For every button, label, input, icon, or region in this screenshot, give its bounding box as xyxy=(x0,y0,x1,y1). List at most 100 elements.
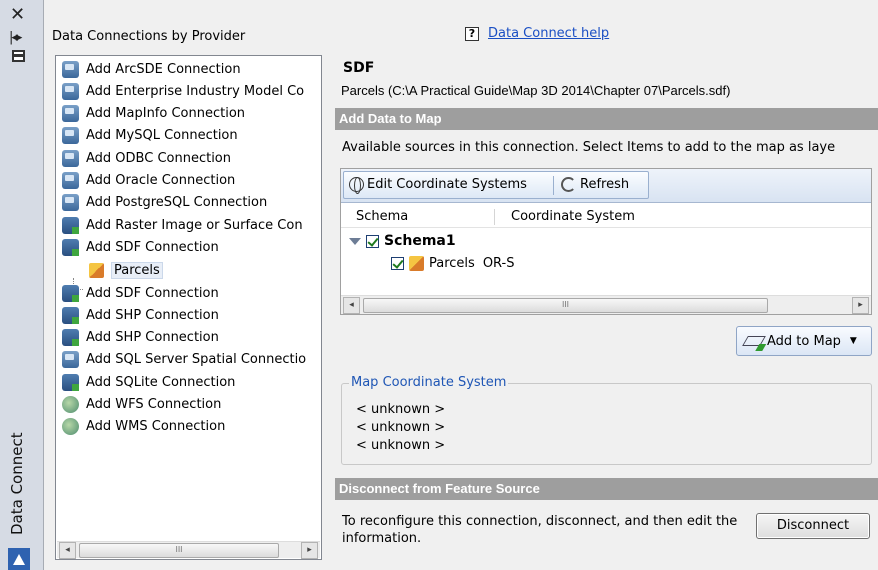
tree-item-arcsde[interactable]: Add ArcSDE Connection xyxy=(62,58,241,80)
tree-item-oracle[interactable]: Add Oracle Connection xyxy=(62,169,235,191)
sdf-icon xyxy=(62,373,79,391)
toolbar-separator xyxy=(553,176,554,195)
edit-coordinate-systems-button[interactable]: Edit Coordinate Systems xyxy=(349,177,527,194)
add-layer-icon xyxy=(742,336,766,346)
scroll-left-icon[interactable]: ◂ xyxy=(343,297,360,314)
database-icon xyxy=(62,350,79,368)
tree-item-sdf-2[interactable]: Add SDF Connection xyxy=(62,282,219,304)
chevron-down-icon[interactable]: ▼ xyxy=(850,336,857,346)
tree-item-mapinfo[interactable]: Add MapInfo Connection xyxy=(62,102,245,124)
database-icon xyxy=(62,193,79,211)
edit-coordinate-systems-label: Edit Coordinate Systems xyxy=(367,177,527,192)
tree-item-label: Add ODBC Connection xyxy=(86,150,231,166)
tree-item-wms[interactable]: Add WMS Connection xyxy=(62,415,225,437)
add-to-map-button[interactable]: Add to Map ▼ xyxy=(736,326,872,356)
tree-item-label: Add ArcSDE Connection xyxy=(86,61,241,77)
sources-grid[interactable]: Edit Coordinate Systems Refresh Schema C… xyxy=(340,168,872,315)
tree-item-mysql[interactable]: Add MySQL Connection xyxy=(62,124,238,146)
refresh-label: Refresh xyxy=(580,177,630,192)
tree-item-shp[interactable]: Add SHP Connection xyxy=(62,304,219,326)
tree-horizontal-scrollbar[interactable]: ◂ III ▸ xyxy=(57,541,320,559)
properties-icon[interactable] xyxy=(12,50,25,62)
map-coordinate-system-group: Map Coordinate System < unknown > < unkn… xyxy=(341,375,872,465)
help-icon[interactable]: ? xyxy=(465,27,479,41)
tree-item-postgresql[interactable]: Add PostgreSQL Connection xyxy=(62,191,267,213)
database-icon xyxy=(62,171,79,189)
feature-class-name: Parcels xyxy=(429,256,475,271)
feature-cube-icon xyxy=(409,256,424,271)
grid-horizontal-scrollbar[interactable]: ◂ III ▸ xyxy=(341,295,871,314)
add-to-map-label: Add to Map xyxy=(767,333,841,349)
shp-icon xyxy=(62,328,79,346)
disconnect-instructions: To reconfigure this connection, disconne… xyxy=(342,514,738,546)
palette-title: Data Connect xyxy=(8,432,26,535)
tree-item-enterprise[interactable]: Add Enterprise Industry Model Co xyxy=(62,80,304,102)
raster-icon xyxy=(62,216,79,234)
tree-item-label: Add Oracle Connection xyxy=(86,172,236,188)
tree-item-label: Add SHP Connection xyxy=(86,307,219,323)
schema-checkbox[interactable] xyxy=(366,234,379,248)
palette-title-bar: ✕ |◂▸ Data Connect xyxy=(0,0,44,570)
schema-row[interactable]: Schema1 xyxy=(349,233,456,249)
tree-item-label: Add SHP Connection xyxy=(86,329,219,345)
sdf-icon xyxy=(62,238,79,256)
tree-item-sdf[interactable]: Add SDF Connection xyxy=(62,236,219,258)
connections-title: Data Connections by Provider xyxy=(52,29,246,44)
tree-item-label: Add SDF Connection xyxy=(86,239,219,255)
tree-item-wfs[interactable]: Add WFS Connection xyxy=(62,393,221,415)
scroll-thumb[interactable]: III xyxy=(79,543,279,558)
tree-item-sqlserver[interactable]: Add SQL Server Spatial Connectio xyxy=(62,348,306,370)
tree-item-label: Add PostgreSQL Connection xyxy=(86,194,268,210)
close-icon[interactable]: ✕ xyxy=(10,4,25,25)
scroll-right-icon[interactable]: ▸ xyxy=(301,542,318,559)
globe-icon xyxy=(349,177,364,194)
map-cs-line: < unknown > xyxy=(356,438,446,453)
tree-item-label: Add SDF Connection xyxy=(86,285,219,301)
disconnect-section-header: Disconnect from Feature Source xyxy=(335,478,878,500)
tree-item-label: Add MapInfo Connection xyxy=(86,105,246,121)
autodesk-logo-icon[interactable] xyxy=(8,548,30,570)
shp-icon xyxy=(62,306,79,324)
scroll-right-icon[interactable]: ▸ xyxy=(852,297,869,314)
refresh-button[interactable]: Refresh xyxy=(561,177,629,192)
map-cs-line: < unknown > xyxy=(356,402,446,417)
tree-item-label: Add MySQL Connection xyxy=(86,127,238,143)
database-icon xyxy=(62,82,79,100)
tree-item-sqlite[interactable]: Add SQLite Connection xyxy=(62,371,235,393)
tree-item-label: Add WFS Connection xyxy=(86,396,222,412)
disconnect-button[interactable]: Disconnect xyxy=(756,513,870,539)
tree-item-shp-2[interactable]: Add SHP Connection xyxy=(62,326,219,348)
grid-header: Schema Coordinate System xyxy=(341,206,871,228)
grid-toolbar: Edit Coordinate Systems Refresh xyxy=(341,169,871,203)
column-header-coordinate-system[interactable]: Coordinate System xyxy=(511,209,635,224)
feature-coordinate-system: OR-S xyxy=(482,256,515,271)
schema-name: Schema1 xyxy=(384,233,456,249)
tree-item-label: Add SQL Server Spatial Connectio xyxy=(86,351,307,367)
refresh-icon xyxy=(561,177,576,192)
tree-item-label: Add Raster Image or Surface Con xyxy=(86,217,303,233)
world-icon xyxy=(62,417,79,435)
provider-name: SDF xyxy=(343,60,375,76)
connection-path: Parcels (C:\A Practical Guide\Map 3D 201… xyxy=(341,83,731,98)
database-icon xyxy=(62,104,79,122)
database-icon xyxy=(62,126,79,144)
toolbar-group: Edit Coordinate Systems Refresh xyxy=(343,171,649,199)
tree-item-label: Add WMS Connection xyxy=(86,418,226,434)
feature-checkbox[interactable] xyxy=(391,257,404,270)
tree-item-raster[interactable]: Add Raster Image or Surface Con xyxy=(62,214,303,236)
tree-item-label: Parcels xyxy=(111,261,163,279)
column-header-schema[interactable]: Schema xyxy=(356,209,408,224)
feature-class-row[interactable]: Parcels OR-S xyxy=(391,256,515,271)
tree-item-parcels[interactable]: Parcels xyxy=(89,259,163,281)
collapse-icon[interactable] xyxy=(349,237,361,245)
scroll-left-icon[interactable]: ◂ xyxy=(59,542,76,559)
data-connect-help-link[interactable]: Data Connect help xyxy=(488,26,609,41)
auto-hide-icon[interactable]: |◂▸ xyxy=(9,30,23,45)
provider-tree[interactable]: Add ArcSDE Connection Add Enterprise Ind… xyxy=(55,55,322,560)
available-sources-text: Available sources in this connection. Se… xyxy=(342,140,836,155)
add-data-section-header: Add Data to Map xyxy=(335,108,878,130)
tree-item-label: Add Enterprise Industry Model Co xyxy=(86,83,305,99)
scroll-thumb[interactable]: III xyxy=(363,298,768,313)
tree-item-odbc[interactable]: Add ODBC Connection xyxy=(62,147,231,169)
database-icon xyxy=(62,60,79,78)
